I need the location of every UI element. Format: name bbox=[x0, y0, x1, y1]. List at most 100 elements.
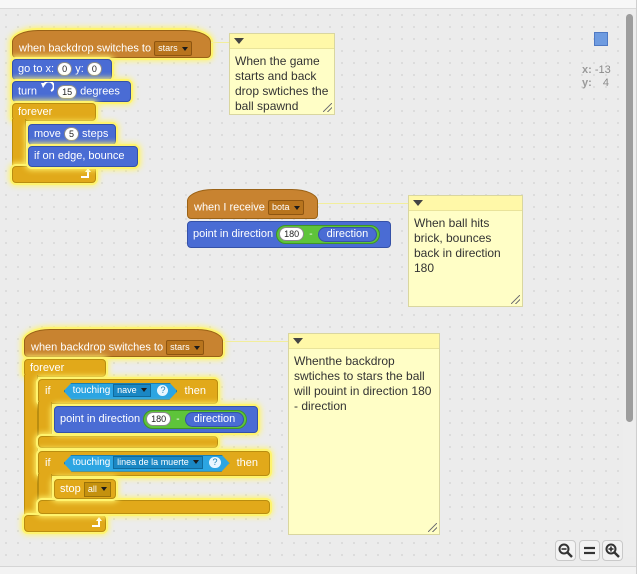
collapse-triangle-icon[interactable] bbox=[293, 338, 303, 344]
zoom-in-button[interactable] bbox=[602, 540, 623, 561]
touching-sensing-block[interactable]: touching linea de la muerte ? bbox=[64, 455, 230, 472]
note-text[interactable]: Whenthe backdrop swtiches to stars the b… bbox=[289, 349, 439, 419]
zoom-reset-icon bbox=[584, 546, 595, 555]
direction-reporter[interactable]: direction bbox=[184, 411, 245, 427]
if-then-block[interactable]: if touching nave ? then bbox=[38, 379, 218, 404]
zoom-reset-button[interactable] bbox=[579, 540, 600, 561]
comment-note-2[interactable]: When ball hits brick, bounces back in di… bbox=[408, 195, 523, 307]
chevron-down-icon bbox=[141, 388, 147, 392]
if-on-edge-bounce-block[interactable]: if on edge, bounce bbox=[28, 146, 138, 167]
touching-label: touching bbox=[72, 384, 111, 396]
top-bar bbox=[0, 0, 641, 9]
touching-dropdown[interactable]: nave bbox=[113, 384, 151, 397]
resize-handle-icon[interactable] bbox=[428, 523, 437, 532]
when-backdrop-switches-hat[interactable]: when backdrop switches to stars bbox=[24, 329, 223, 357]
bottom-edge bbox=[0, 566, 636, 574]
zoom-in-icon bbox=[605, 543, 620, 558]
move-label: move bbox=[34, 128, 61, 140]
resize-handle-icon[interactable] bbox=[323, 103, 332, 112]
subtract-operator[interactable]: 180 - direction bbox=[276, 224, 381, 244]
operand-input[interactable]: 180 bbox=[279, 227, 305, 242]
question-mark: ? bbox=[157, 385, 168, 396]
go-to-xy-block[interactable]: go to x: 0 y: 0 bbox=[12, 59, 112, 80]
note-text[interactable]: When the game starts and back drop swtic… bbox=[230, 49, 334, 119]
note-header[interactable] bbox=[289, 334, 439, 349]
subtract-operator[interactable]: 180 - direction bbox=[143, 409, 248, 429]
forever-foot bbox=[24, 515, 106, 532]
touching-sensing-block[interactable]: touching nave ? bbox=[64, 383, 178, 400]
move-steps-input[interactable]: 5 bbox=[63, 127, 79, 142]
forever-label: forever bbox=[30, 362, 65, 374]
point-in-direction-block[interactable]: point in direction 180 - direction bbox=[187, 221, 391, 248]
if-foot bbox=[38, 500, 270, 514]
note-text[interactable]: When ball hits brick, bounces back in di… bbox=[409, 211, 522, 281]
operator-symbol: - bbox=[176, 414, 180, 425]
message-dropdown[interactable]: bota bbox=[268, 200, 304, 215]
y-input[interactable]: 0 bbox=[86, 62, 102, 77]
loop-arrow-icon bbox=[90, 516, 102, 531]
if-label: if bbox=[45, 385, 51, 397]
hat-label: when backdrop switches to bbox=[31, 341, 164, 354]
stop-block[interactable]: stop all bbox=[54, 479, 116, 499]
operand-input[interactable]: 180 bbox=[146, 412, 172, 427]
steps-label: steps bbox=[82, 128, 109, 140]
sprite-thumbnail bbox=[594, 32, 608, 46]
y-coord-value: 4 bbox=[602, 77, 609, 89]
chevron-down-icon bbox=[100, 487, 107, 492]
note-connector bbox=[223, 341, 288, 342]
note-header[interactable] bbox=[409, 196, 522, 211]
zoom-out-icon bbox=[558, 543, 573, 558]
degrees-label: degrees bbox=[80, 85, 120, 98]
turn-label: turn bbox=[18, 85, 37, 98]
touching-dropdown[interactable]: linea de la muerte bbox=[113, 456, 203, 469]
backdrop-dropdown-value: stars bbox=[158, 43, 178, 53]
if-then-block[interactable]: if touching linea de la muerte ? then bbox=[38, 451, 270, 476]
stop-dropdown-value: all bbox=[87, 483, 97, 494]
when-i-receive-hat[interactable]: when I receive bota bbox=[187, 189, 318, 219]
touching-dropdown-value: linea de la muerte bbox=[117, 456, 189, 467]
touching-dropdown-value: nave bbox=[117, 384, 137, 395]
x-coord-label: x: bbox=[582, 64, 592, 76]
touching-label: touching bbox=[72, 456, 111, 468]
point-in-direction-label: point in direction bbox=[60, 413, 141, 425]
backdrop-dropdown-value: stars bbox=[170, 342, 190, 352]
if-foot bbox=[38, 436, 218, 448]
note-header[interactable] bbox=[230, 34, 334, 49]
bounce-label: if on edge, bounce bbox=[34, 150, 125, 162]
comment-note-3[interactable]: Whenthe backdrop swtiches to stars the b… bbox=[288, 333, 440, 535]
resize-handle-icon[interactable] bbox=[511, 295, 520, 304]
backdrop-dropdown[interactable]: stars bbox=[154, 41, 192, 56]
chevron-down-icon bbox=[193, 345, 200, 350]
turn-degrees-input[interactable]: 15 bbox=[57, 84, 78, 99]
move-steps-block[interactable]: move 5 steps bbox=[28, 124, 116, 145]
vertical-scrollbar-thumb[interactable] bbox=[626, 14, 633, 422]
direction-reporter[interactable]: direction bbox=[317, 226, 378, 242]
if-label: if bbox=[45, 457, 51, 469]
when-backdrop-switches-hat[interactable]: when backdrop switches to stars bbox=[12, 30, 211, 58]
go-to-label: go to x: bbox=[18, 63, 55, 75]
then-label: then bbox=[236, 457, 258, 469]
turn-block[interactable]: turn 15 degrees bbox=[12, 80, 131, 102]
zoom-out-button[interactable] bbox=[555, 540, 576, 561]
chevron-down-icon bbox=[181, 46, 188, 51]
y-coord-label: y: bbox=[582, 77, 592, 89]
collapse-triangle-icon[interactable] bbox=[413, 200, 423, 206]
comment-note-1[interactable]: When the game starts and back drop swtic… bbox=[229, 33, 335, 115]
chevron-down-icon bbox=[293, 205, 300, 210]
backdrop-dropdown[interactable]: stars bbox=[166, 340, 204, 355]
if-arm bbox=[38, 402, 52, 438]
forever-foot bbox=[12, 166, 96, 183]
note-connector bbox=[318, 203, 408, 204]
scripts-area[interactable]: when backdrop switches to stars go to x:… bbox=[0, 0, 641, 574]
forever-arm bbox=[12, 119, 26, 169]
forever-label: forever bbox=[18, 106, 53, 118]
point-in-direction-block[interactable]: point in direction 180 - direction bbox=[54, 406, 258, 433]
operator-symbol: - bbox=[309, 229, 313, 240]
then-label: then bbox=[184, 385, 206, 397]
sprite-coordinates: x: -13 y: 4 bbox=[582, 64, 611, 90]
forever-arm bbox=[24, 375, 38, 517]
hat-label: when I receive bbox=[194, 201, 265, 214]
collapse-triangle-icon[interactable] bbox=[234, 38, 244, 44]
x-input[interactable]: 0 bbox=[57, 62, 73, 77]
stop-dropdown[interactable]: all bbox=[83, 481, 111, 497]
